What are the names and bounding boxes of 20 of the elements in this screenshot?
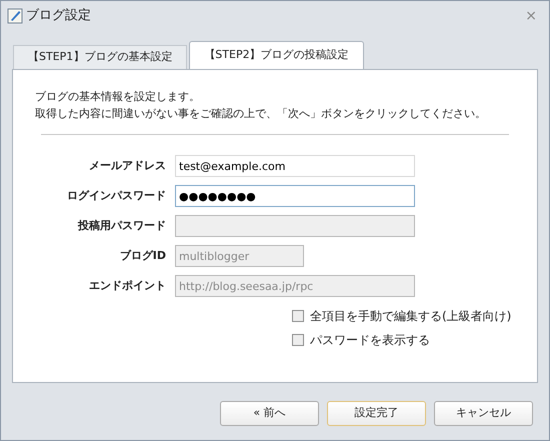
checkbox[interactable] <box>292 310 304 322</box>
checkbox-option[interactable]: 全項目を手動で編集する(上級者向け) <box>292 307 515 325</box>
field-label: 投稿用パスワード <box>76 218 167 234</box>
instruction-text: 取得した内容に間違いがない事をご確認の上で、「次へ」ボタンをクリックしてください。 <box>35 106 487 122</box>
checkbox[interactable] <box>292 334 304 346</box>
input-field[interactable]: test@example.com <box>175 155 415 177</box>
dialog-button[interactable]: キャンセル <box>434 401 533 426</box>
input-field[interactable]: ●●●●●●●● <box>175 185 415 207</box>
app-icon <box>7 8 23 24</box>
dialog-button[interactable]: 設定完了 <box>327 401 426 426</box>
field-label: エンドポイント <box>88 278 167 294</box>
window-title: ブログ設定 <box>26 7 91 26</box>
field-label: ログインパスワード <box>66 188 167 204</box>
field-label: メールアドレス <box>88 158 167 174</box>
tab[interactable]: 【STEP1】ブログの基本設定 <box>13 45 188 69</box>
instruction-text: ブログの基本情報を設定します。 <box>35 89 201 105</box>
checkbox-option[interactable]: パスワードを表示する <box>292 331 515 349</box>
field-label: ブログID <box>118 248 167 264</box>
dialog-button[interactable]: « 前へ <box>220 401 319 426</box>
tab[interactable]: 【STEP2】ブログの投稿設定 <box>189 41 364 69</box>
